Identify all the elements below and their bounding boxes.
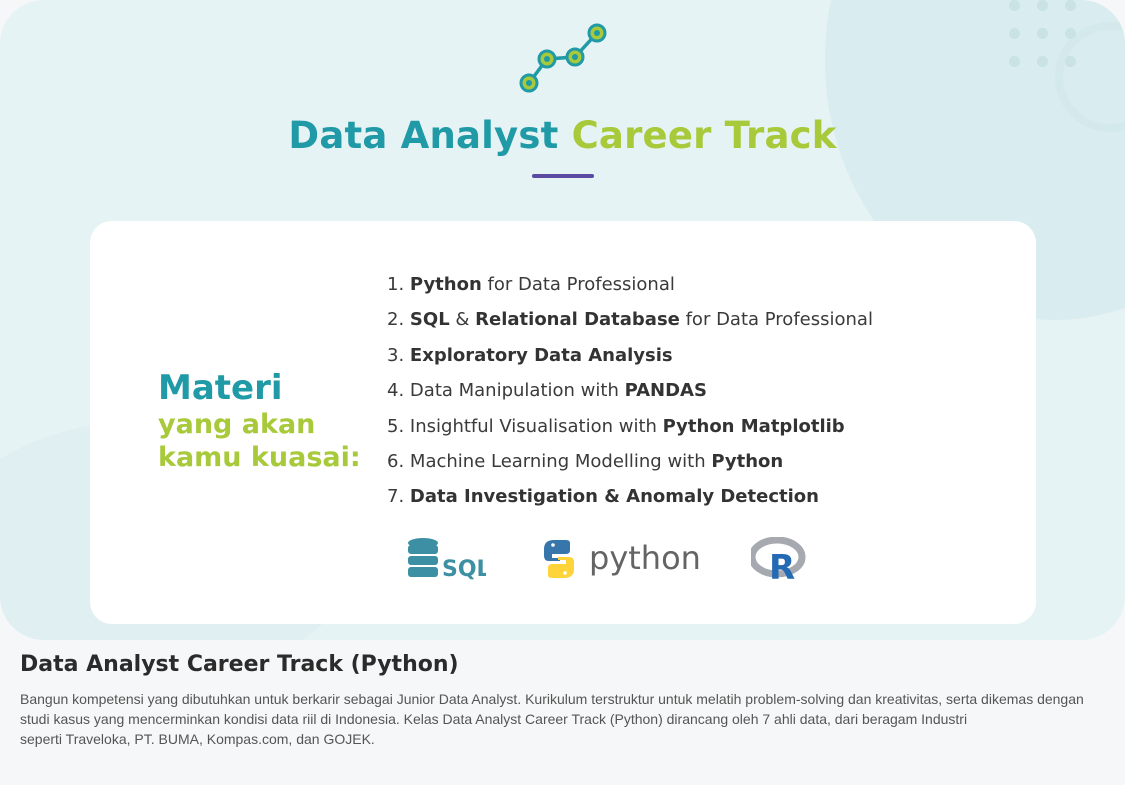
summary-line-1: Bangun kompetensi yang dibutuhkan untuk … [20, 691, 1084, 727]
decorative-dots [1009, 0, 1089, 80]
title-part-2: Career Track [571, 114, 837, 157]
topic-item: 7. Data Investigation & Anomaly Detectio… [387, 486, 819, 508]
sql-database-icon: SQL [408, 538, 486, 582]
topic-item: 2. SQL & Relational Database for Data Pr… [387, 309, 873, 331]
materi-heading: Materi yang akan kamu kuasai: [158, 368, 361, 474]
course-banner: Data Analyst Career Track Materi yang ak… [0, 0, 1125, 640]
r-language-logo-icon: R [751, 537, 806, 581]
python-logo-label: python [589, 539, 701, 577]
course-title: Data Analyst Career Track (Python) [20, 652, 459, 677]
r-logo-label: R [769, 548, 795, 581]
title-underline [532, 174, 594, 178]
topic-list: 1. Python for Data Professional 2. SQL &… [387, 271, 873, 519]
sql-logo-label: SQL [442, 557, 486, 582]
topic-item: 5. Insightful Visualisation with Python … [387, 415, 845, 437]
materi-line-3: kamu kuasai: [158, 442, 361, 473]
tech-logos: SQL python R [406, 533, 826, 583]
topic-item: 3. Exploratory Data Analysis [387, 344, 673, 366]
curriculum-card: Materi yang akan kamu kuasai: 1. Python … [90, 221, 1036, 624]
python-logo-icon: python [544, 539, 701, 578]
course-summary: Bangun kompetensi yang dibutuhkan untuk … [20, 689, 1110, 749]
topic-item: 4. Data Manipulation with PANDAS [387, 380, 707, 402]
topic-item: 1. Python for Data Professional [387, 274, 675, 295]
topic-item: 6. Machine Learning Modelling with Pytho… [387, 450, 784, 472]
title-part-1: Data Analyst [288, 114, 559, 157]
materi-line-1: Materi [158, 368, 283, 408]
line-chart-icon [519, 23, 607, 93]
course-description: Data Analyst Career Track (Python) Bangu… [20, 652, 1110, 749]
summary-line-2: seperti Traveloka, PT. BUMA, Kompas.com,… [20, 731, 375, 747]
materi-line-2: yang akan [158, 409, 316, 440]
page-title: Data Analyst Career Track [0, 114, 1125, 157]
